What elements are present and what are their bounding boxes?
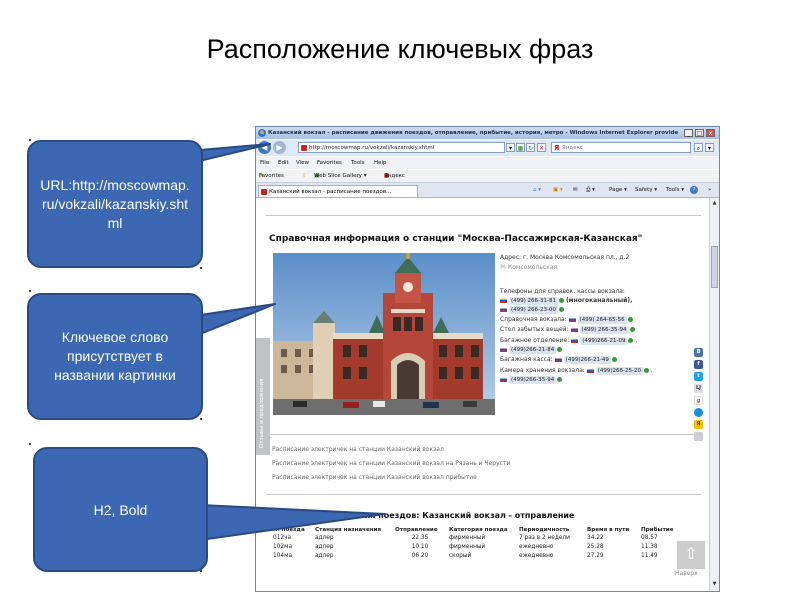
callout-image-keyword: Ключевое слово присутствует в названии к… bbox=[27, 293, 203, 420]
callout-h2-bold: H2, Bold bbox=[33, 447, 208, 572]
callout-url-text: URL:http://moscowmap.ru/vokzali/kazanski… bbox=[40, 176, 190, 231]
callout-h2-bold-text: H2, Bold bbox=[93, 502, 148, 518]
callout-image-keyword-text: Ключевое слово присутствует в названии к… bbox=[54, 329, 176, 383]
callout-url: URL:http://moscowmap.ru/vokzali/kazanski… bbox=[27, 140, 203, 268]
